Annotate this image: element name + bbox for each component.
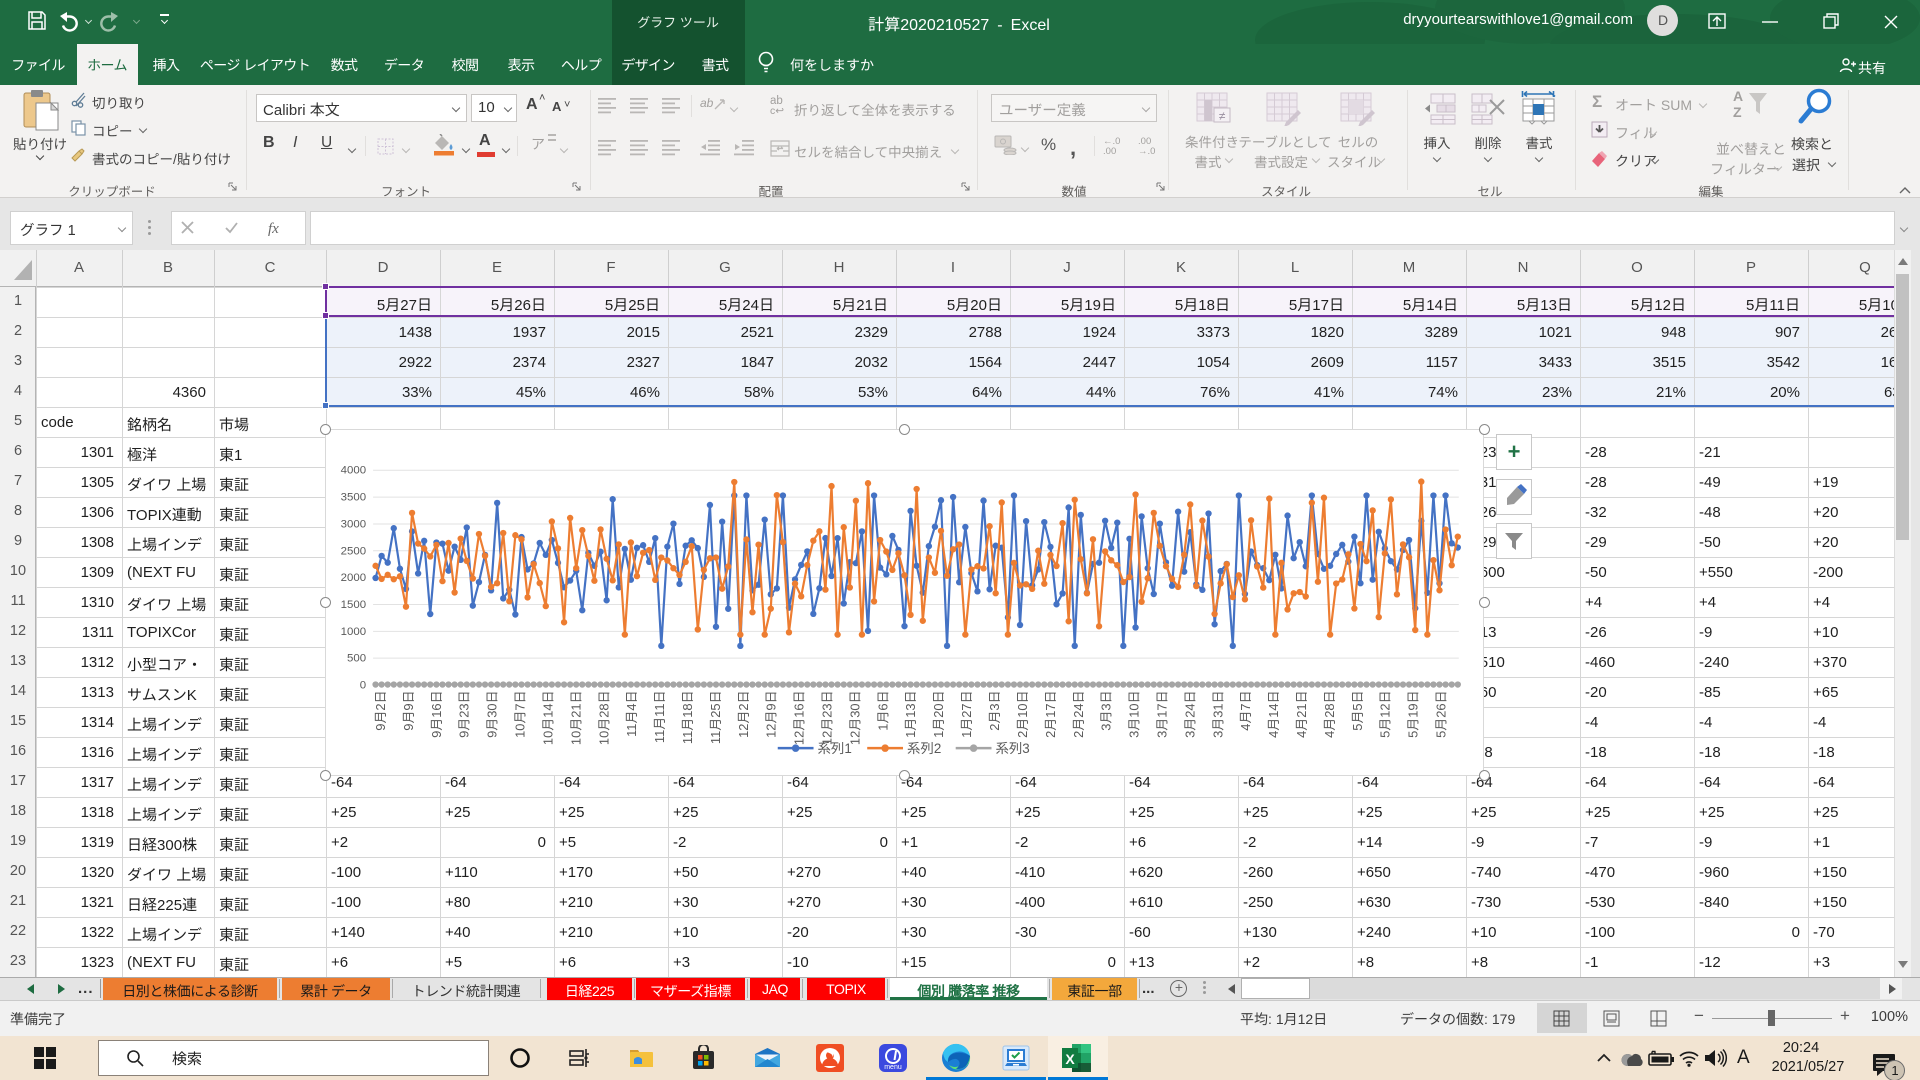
svg-text:12月2日: 12月2日 [736, 690, 751, 737]
svg-text:2000: 2000 [341, 572, 366, 584]
svg-text:500: 500 [347, 653, 366, 665]
svg-text:系列3: 系列3 [995, 741, 1029, 756]
svg-text:9月2日: 9月2日 [373, 690, 388, 730]
svg-text:3500: 3500 [341, 492, 366, 504]
svg-text:12月30日: 12月30日 [847, 690, 862, 745]
svg-text:4月28日: 4月28日 [1322, 690, 1337, 737]
svg-text:11月11日: 11月11日 [652, 690, 667, 743]
svg-text:2月10日: 2月10日 [1015, 690, 1030, 737]
svg-text:3月3日: 3月3日 [1099, 690, 1114, 730]
svg-text:3000: 3000 [341, 518, 366, 530]
svg-text:3月17日: 3月17日 [1154, 690, 1169, 737]
svg-text:4月7日: 4月7日 [1238, 690, 1253, 730]
svg-text:9月16日: 9月16日 [429, 690, 444, 737]
svg-text:9月23日: 9月23日 [457, 690, 472, 737]
svg-text:11月4日: 11月4日 [624, 690, 639, 736]
svg-text:10月28日: 10月28日 [596, 690, 611, 745]
svg-text:+: + [1508, 439, 1521, 464]
svg-text:4月14日: 4月14日 [1266, 690, 1281, 737]
svg-text:5月5日: 5月5日 [1350, 690, 1365, 730]
svg-text:1月6日: 1月6日 [875, 690, 890, 730]
svg-text:系列2: 系列2 [907, 741, 941, 756]
svg-text:4000: 4000 [341, 465, 366, 477]
svg-text:1月20日: 1月20日 [931, 690, 946, 737]
svg-text:11月25日: 11月25日 [708, 690, 723, 744]
svg-text:menu: menu [884, 1064, 902, 1071]
svg-text:系列1: 系列1 [818, 741, 852, 756]
svg-text:2500: 2500 [341, 545, 366, 557]
svg-text:3月10日: 3月10日 [1127, 690, 1142, 737]
svg-text:1000: 1000 [341, 626, 366, 638]
svg-text:2月24日: 2月24日 [1071, 690, 1086, 737]
svg-text:10月7日: 10月7日 [513, 690, 528, 737]
svg-text:12月9日: 12月9日 [764, 690, 779, 737]
svg-text:10月21日: 10月21日 [568, 690, 583, 745]
svg-text:X: X [1065, 1051, 1075, 1067]
svg-text:5月12日: 5月12日 [1378, 690, 1393, 737]
svg-text:4月21日: 4月21日 [1294, 690, 1309, 737]
svg-text:10月14日: 10月14日 [540, 690, 555, 745]
svg-text:3月24日: 3月24日 [1182, 690, 1197, 737]
svg-text:0: 0 [360, 680, 366, 692]
svg-text:12月16日: 12月16日 [792, 690, 807, 745]
svg-text:1月27日: 1月27日 [959, 690, 974, 737]
svg-text:2月17日: 2月17日 [1043, 690, 1058, 737]
svg-text:11月18日: 11月18日 [680, 690, 695, 744]
svg-text:1500: 1500 [341, 599, 366, 611]
svg-text:12月23日: 12月23日 [820, 690, 835, 745]
svg-text:1月13日: 1月13日 [903, 690, 918, 737]
svg-text:9月30日: 9月30日 [485, 690, 500, 737]
svg-text:3月31日: 3月31日 [1210, 690, 1225, 737]
svg-text:2月3日: 2月3日 [987, 690, 1002, 730]
svg-text:5月19日: 5月19日 [1406, 690, 1421, 737]
svg-text:5月26日: 5月26日 [1434, 690, 1449, 737]
svg-text:9月9日: 9月9日 [401, 690, 416, 730]
